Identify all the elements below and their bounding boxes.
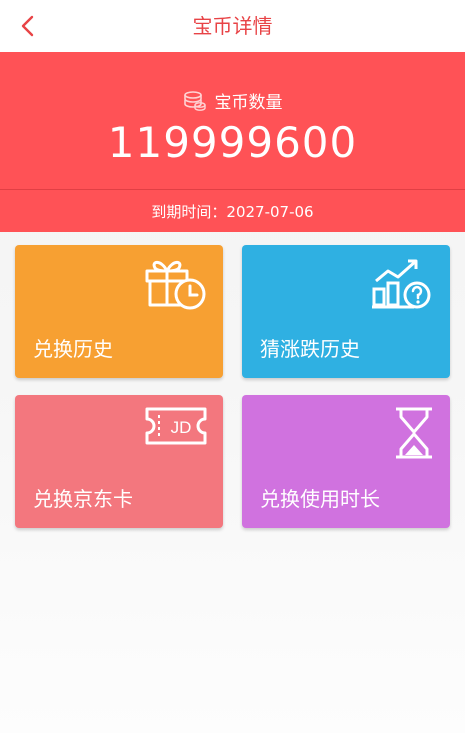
page-title: 宝币详情	[192, 14, 273, 38]
exchange-history-card[interactable]: 兑换历史	[15, 245, 223, 378]
balance-label: 宝币数量	[214, 93, 283, 113]
guess-history-label: 猜涨跌历史	[260, 337, 360, 361]
divider	[0, 189, 465, 190]
exchange-history-label: 兑换历史	[33, 337, 113, 361]
expiry-date: 到期时间：2027-07-06	[151, 203, 314, 221]
exchange-usage-time-label: 兑换使用时长	[260, 487, 380, 511]
exchange-jd-card[interactable]: JD 兑换京东卡	[15, 395, 223, 528]
top-bar: 宝币详情	[0, 0, 465, 53]
hourglass-icon	[396, 407, 432, 459]
balance-label-row: 宝币数量	[0, 88, 465, 113]
trend-chart-question-icon	[372, 259, 431, 309]
balance-amount: 119999600	[107, 118, 358, 167]
jd-ticket-icon: JD	[145, 407, 207, 445]
svg-text:JD: JD	[171, 418, 192, 437]
guess-history-card[interactable]: 猜涨跌历史	[242, 245, 450, 378]
coin-stack-icon	[183, 90, 206, 111]
exchange-jd-card-label: 兑换京东卡	[33, 487, 133, 511]
exchange-usage-time-card[interactable]: 兑换使用时长	[242, 395, 450, 528]
gift-clock-icon	[145, 260, 206, 310]
